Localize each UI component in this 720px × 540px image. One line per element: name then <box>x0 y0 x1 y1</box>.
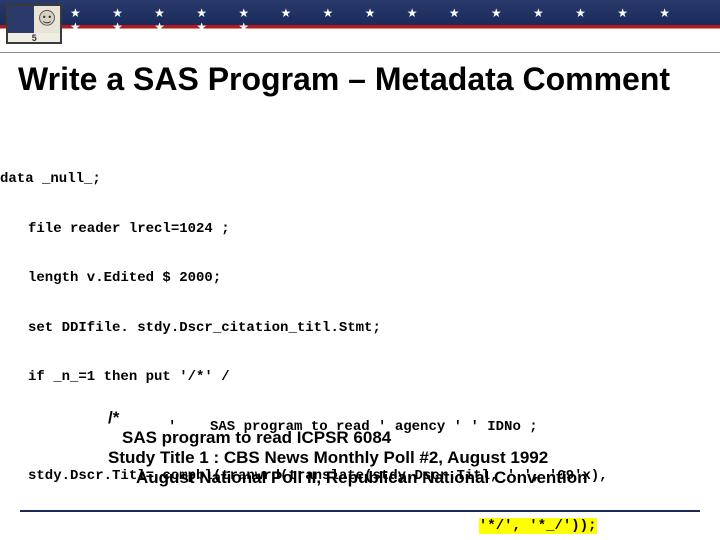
code-line: data _null_; <box>0 171 720 188</box>
code-line: length v.Edited $ 2000; <box>0 270 720 287</box>
banner-stars: ★ ★ ★ ★ ★ ★ ★ ★ ★ ★ ★ ★ ★ ★ ★ ★ ★ ★ ★ ★ <box>70 6 720 34</box>
face-icon <box>34 6 60 33</box>
code-line: file reader lrecl=1024 ; <box>0 221 720 238</box>
logo: 5 <box>6 4 62 44</box>
slide-title: Write a SAS Program – Metadata Comment <box>18 62 698 98</box>
logo-text: 5 <box>8 33 60 43</box>
output-line: Study Title 1 : CBS News Monthly Poll #2… <box>108 448 708 468</box>
bottom-rule <box>20 510 700 512</box>
slide: 5 ★ ★ ★ ★ ★ ★ ★ ★ ★ ★ ★ ★ ★ ★ ★ ★ ★ ★ ★ … <box>0 0 720 540</box>
highlight: '*/', '*_/')); <box>479 518 597 534</box>
output-line: SAS program to read ICPSR 6084 <box>108 428 708 448</box>
output-block: /* SAS program to read ICPSR 6084 Study … <box>108 408 708 488</box>
code-line: set DDIfile. stdy.Dscr_citation_titl.Stm… <box>0 320 720 337</box>
code-line: '*/', '*_/')); <box>0 518 720 535</box>
top-banner: 5 ★ ★ ★ ★ ★ ★ ★ ★ ★ ★ ★ ★ ★ ★ ★ ★ ★ ★ ★ … <box>0 0 720 53</box>
code-line: if _n_=1 then put '/*' / <box>0 369 720 386</box>
output-line: August National Poll II, Republican Nati… <box>108 468 708 488</box>
output-line: /* <box>108 408 708 428</box>
